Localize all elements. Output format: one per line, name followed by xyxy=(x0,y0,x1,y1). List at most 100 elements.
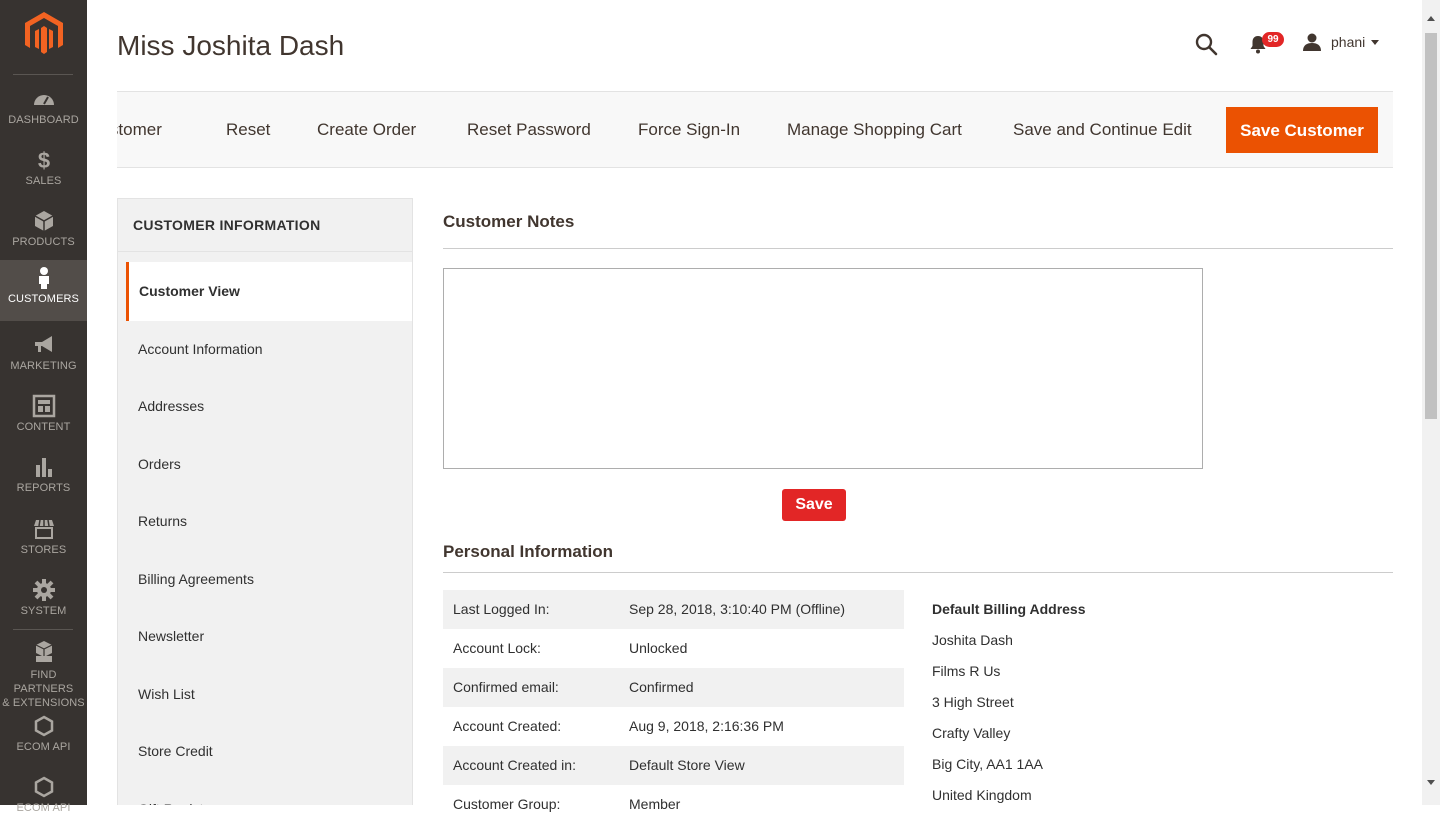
menu-item-sales[interactable]: $ SALES xyxy=(0,148,87,209)
magento-logo-icon[interactable] xyxy=(25,12,63,56)
menu-item-label: CONTENT xyxy=(16,421,71,433)
row-value: Sep 28, 2018, 3:10:40 PM (Offline) xyxy=(629,601,846,617)
dashboard-icon xyxy=(33,95,54,105)
menu-item-label: ECOM API xyxy=(16,741,71,753)
row-value: Unlocked xyxy=(629,640,688,656)
billing-address-title: Default Billing Address xyxy=(932,601,1086,617)
menu-item-label: PRODUCTS xyxy=(12,236,75,248)
tab-wish-list[interactable]: Wish List xyxy=(126,665,412,723)
menu-divider xyxy=(13,74,73,75)
megaphone-icon xyxy=(34,336,52,352)
bar-chart-icon xyxy=(35,458,52,477)
personal-info-table: Last Logged In: Sep 28, 2018, 3:10:40 PM… xyxy=(443,590,904,824)
hexagon-icon xyxy=(34,715,53,737)
person-icon xyxy=(38,267,49,289)
section-divider xyxy=(443,572,1393,573)
force-sign-in-button[interactable]: Force Sign-In xyxy=(638,92,740,167)
tab-customer-view[interactable]: Customer View xyxy=(126,262,412,321)
manage-shopping-cart-button[interactable]: Manage Shopping Cart xyxy=(787,92,962,167)
tab-orders[interactable]: Orders xyxy=(126,435,412,493)
save-customer-button[interactable]: Save Customer xyxy=(1226,107,1378,153)
menu-item-label: SYSTEM xyxy=(20,605,67,617)
tab-store-credit[interactable]: Store Credit xyxy=(126,722,412,780)
menu-item-find-partners[interactable]: FIND PARTNERS & EXTENSIONS xyxy=(0,640,87,709)
scroll-up-arrow-icon[interactable] xyxy=(1427,16,1435,21)
row-value: Default Store View xyxy=(629,757,745,773)
hexagon-icon xyxy=(34,776,53,798)
reset-button[interactable]: Reset xyxy=(226,92,270,167)
menu-item-dashboard[interactable]: DASHBOARD xyxy=(0,87,87,148)
address-line: Big City, AA1 1AA xyxy=(932,756,1044,772)
default-billing-address: Default Billing Address Joshita Dash Fil… xyxy=(932,600,1086,810)
menu-item-label: SALES xyxy=(25,175,62,187)
menu-item-stores[interactable]: STORES xyxy=(0,517,87,578)
tabs-divider xyxy=(118,251,412,252)
page-actions-toolbar: e Customer Reset Create Order Reset Pass… xyxy=(117,91,1393,168)
menu-item-label: ECOM API xyxy=(16,802,71,814)
menu-item-label: STORES xyxy=(20,544,67,556)
personal-information-title: Personal Information xyxy=(443,542,614,561)
dollar-icon: $ xyxy=(37,148,49,172)
table-row: Account Created: Aug 9, 2018, 2:16:36 PM xyxy=(443,707,904,746)
row-value: Confirmed xyxy=(629,679,694,695)
secondary-actions: e Customer Reset Create Order Reset Pass… xyxy=(117,92,1217,167)
menu-item-content[interactable]: CONTENT xyxy=(0,394,87,455)
address-line: Crafty Valley xyxy=(932,725,1011,741)
menu-item-ecom-api-2[interactable]: ECOM API xyxy=(0,775,87,836)
save-and-continue-button[interactable]: Save and Continue Edit xyxy=(1013,92,1192,167)
create-order-button[interactable]: Create Order xyxy=(317,92,416,167)
menu-item-ecom-api[interactable]: ECOM API xyxy=(0,714,87,775)
tab-newsletter[interactable]: Newsletter xyxy=(126,607,412,665)
row-label: Account Created: xyxy=(453,718,562,734)
row-label: Last Logged In: xyxy=(453,601,550,617)
delete-customer-button[interactable]: e Customer xyxy=(117,92,162,167)
username: phani xyxy=(1331,34,1366,50)
svg-text:$: $ xyxy=(37,148,49,172)
user-account-menu[interactable]: phani xyxy=(1302,30,1380,54)
scroll-down-arrow-icon[interactable] xyxy=(1427,780,1435,785)
layout-icon xyxy=(32,394,55,418)
notification-count-badge[interactable]: 99 xyxy=(1262,32,1284,47)
menu-item-label: FIND PARTNERS xyxy=(13,669,74,695)
user-icon xyxy=(1303,33,1321,51)
store-icon xyxy=(33,519,54,539)
address-line: 3 High Street xyxy=(932,694,1014,710)
menu-item-marketing[interactable]: MARKETING xyxy=(0,333,87,394)
customer-notes-textarea[interactable] xyxy=(443,268,1203,469)
address-line: Joshita Dash xyxy=(932,632,1013,648)
menu-item-label: & EXTENSIONS xyxy=(2,697,85,709)
reset-password-button[interactable]: Reset Password xyxy=(467,92,591,167)
table-row: Account Created in: Default Store View xyxy=(443,746,904,785)
tab-gift-registry[interactable]: Gift Registry xyxy=(126,780,412,805)
box-icon xyxy=(34,211,53,231)
menu-item-reports[interactable]: REPORTS xyxy=(0,455,87,516)
row-value: Aug 9, 2018, 2:16:36 PM xyxy=(629,718,784,734)
tab-returns[interactable]: Returns xyxy=(126,492,412,550)
gear-icon xyxy=(32,579,55,601)
page-scrollbar[interactable] xyxy=(1422,0,1440,805)
section-divider xyxy=(443,248,1393,249)
menu-divider xyxy=(13,629,73,630)
row-label: Account Created in: xyxy=(453,757,576,773)
customer-info-tabs: CUSTOMER INFORMATION Customer View Accou… xyxy=(117,198,413,805)
table-row: Confirmed email: Confirmed xyxy=(443,668,904,707)
menu-item-customers[interactable]: CUSTOMERS xyxy=(0,260,87,321)
menu-item-label: REPORTS xyxy=(16,482,71,494)
save-notes-button[interactable]: Save xyxy=(782,489,846,521)
admin-menu: DASHBOARD $ SALES PRODUCTS CUSTOMERS MAR… xyxy=(0,0,87,814)
menu-item-label: DASHBOARD xyxy=(8,114,79,126)
search-icon[interactable] xyxy=(1194,32,1218,56)
address-line: Films R Us xyxy=(932,663,1001,679)
tabs-title: CUSTOMER INFORMATION xyxy=(133,217,321,233)
address-line: United Kingdom xyxy=(932,787,1032,803)
tab-billing-agreements[interactable]: Billing Agreements xyxy=(126,550,412,608)
customer-notes-title: Customer Notes xyxy=(443,212,575,231)
row-label: Account Lock: xyxy=(453,640,541,656)
scrollbar-thumb[interactable] xyxy=(1425,33,1437,419)
tab-account-information[interactable]: Account Information xyxy=(126,320,412,378)
chevron-down-icon xyxy=(1371,39,1380,45)
tab-addresses[interactable]: Addresses xyxy=(126,377,412,435)
menu-item-label: MARKETING xyxy=(10,360,77,372)
table-row: Last Logged In: Sep 28, 2018, 3:10:40 PM… xyxy=(443,590,904,629)
cubes-icon xyxy=(35,641,52,662)
